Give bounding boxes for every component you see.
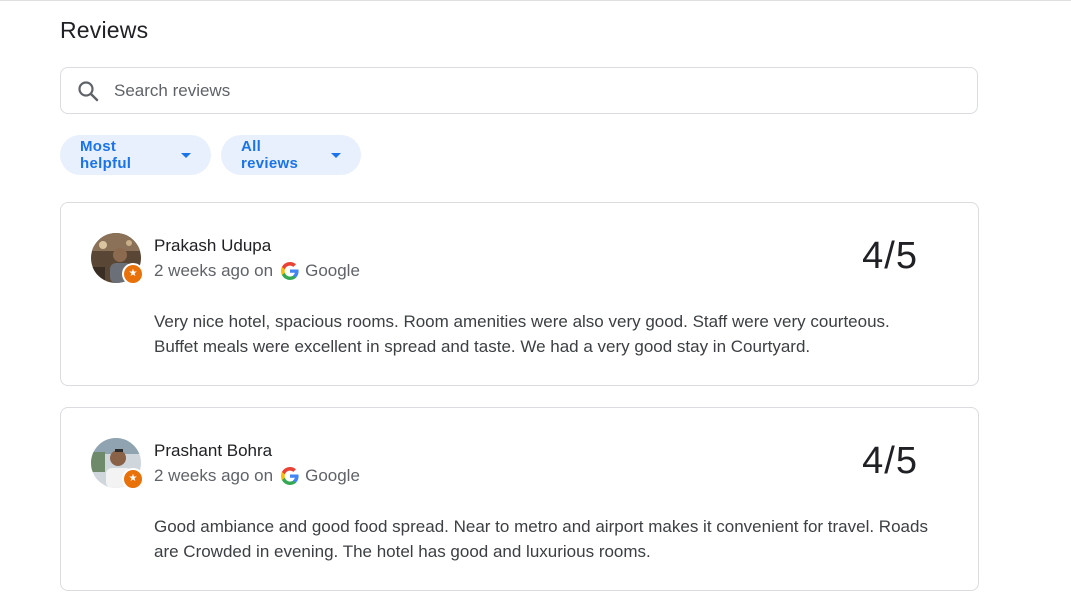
google-icon bbox=[281, 467, 299, 485]
page-title: Reviews bbox=[60, 17, 149, 43]
review-meta: 2 weeks ago on Google bbox=[154, 261, 360, 281]
reviewer-name[interactable]: Prashant Bohra bbox=[154, 441, 272, 461]
local-guide-badge-icon: ★ bbox=[122, 263, 144, 285]
review-source: Google bbox=[305, 261, 360, 280]
search-icon bbox=[76, 79, 100, 103]
review-time: 2 weeks ago on bbox=[154, 261, 274, 280]
review-source: Google bbox=[305, 466, 360, 485]
caret-down-icon bbox=[181, 152, 191, 158]
top-divider bbox=[0, 0, 1071, 1]
review-time: 2 weeks ago on bbox=[154, 466, 274, 485]
search-input[interactable] bbox=[112, 79, 916, 102]
review-rating: 4/5 bbox=[862, 440, 918, 482]
reviewer-name[interactable]: Prakash Udupa bbox=[154, 236, 271, 256]
review-card: ★ Prakash Udupa 2 weeks ago on Google 4/… bbox=[60, 202, 979, 386]
review-text: Good ambiance and good food spread. Near… bbox=[154, 517, 928, 561]
review-card: ★ Prashant Bohra 2 weeks ago on Google 4… bbox=[60, 407, 979, 591]
sort-dropdown-label: Most helpful bbox=[80, 138, 132, 172]
local-guide-badge-icon: ★ bbox=[122, 468, 144, 490]
caret-down-icon bbox=[331, 152, 341, 158]
filter-dropdown[interactable]: All reviews bbox=[221, 135, 361, 175]
review-meta: 2 weeks ago on Google bbox=[154, 466, 360, 486]
google-icon bbox=[281, 262, 299, 280]
review-text: Very nice hotel, spacious rooms. Room am… bbox=[154, 312, 890, 356]
review-rating: 4/5 bbox=[862, 235, 918, 277]
filter-dropdown-label: All reviews bbox=[241, 138, 299, 172]
search-box[interactable] bbox=[60, 67, 978, 114]
sort-dropdown[interactable]: Most helpful bbox=[60, 135, 211, 175]
